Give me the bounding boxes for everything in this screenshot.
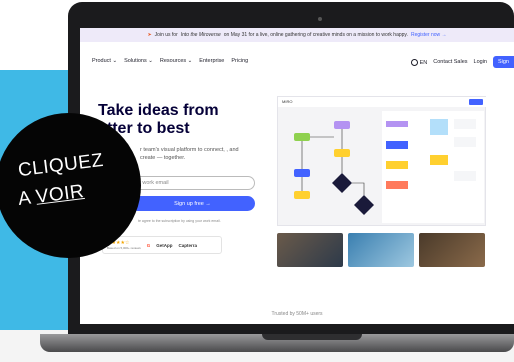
decision-diamond-2: [354, 195, 374, 215]
share-button: [469, 99, 483, 105]
language-label: EN: [419, 59, 428, 66]
flow-node-4: [294, 169, 310, 177]
kanban-card: [454, 119, 476, 129]
login-link[interactable]: Login: [474, 59, 487, 65]
announcement-text: on May 31 for a live, online gathering o…: [223, 32, 408, 38]
rating-caption: Based on 5,000+ reviews: [107, 246, 141, 250]
register-link[interactable]: Register now →: [411, 32, 447, 38]
badge-line1: CLIQUEZ: [16, 149, 105, 182]
hero-subtitle: r team's visual platform to connect, , a…: [140, 147, 239, 161]
photo-thumbnail: [419, 233, 485, 267]
kanban-card: [454, 171, 476, 181]
click-to-view-badge[interactable]: CLIQUEZ A VOIR: [0, 113, 141, 258]
ratings-box: ★★★★☆ Based on 5,000+ reviews G GetApp C…: [102, 236, 222, 254]
kanban-card: [454, 137, 476, 147]
flow-node-1: [294, 133, 310, 141]
kanban-board: [382, 111, 484, 223]
nav-right: EN Contact Sales Login Sign: [411, 56, 514, 68]
trusted-by-text: Trusted by 50M+ users: [271, 311, 323, 317]
signup-free-button[interactable]: Sign up free →: [130, 196, 255, 211]
getapp-logo: GetApp: [156, 242, 173, 248]
photo-thumbnail: [348, 233, 414, 267]
announcement-prefix: Join us for: [154, 32, 178, 38]
g2-logo: G: [146, 242, 151, 248]
globe-icon: [411, 58, 419, 66]
nav-item-solutions[interactable]: Solutions ⌄: [124, 58, 153, 64]
laptop-notch: [262, 334, 362, 340]
consent-text: te agree to the subscription by using yo…: [138, 219, 221, 223]
nav-item-resources[interactable]: Resources ⌄: [160, 58, 192, 64]
kanban-card: [430, 119, 448, 135]
flow-node-5: [294, 191, 310, 199]
top-nav: Product ⌄ Solutions ⌄ Resources ⌄ Enterp…: [80, 56, 514, 70]
flow-node-3: [334, 149, 350, 157]
laptop-screen: ➤ Join us for Into the Miroverse on May …: [80, 28, 514, 324]
hero-title: Take ideas from etter to best: [98, 102, 258, 138]
board-preview: MIRO: [277, 96, 487, 226]
language-selector[interactable]: EN: [411, 58, 428, 66]
flowchart: [294, 121, 374, 215]
capterra-logo: Capterra: [178, 242, 198, 248]
kanban-card: [386, 121, 408, 127]
hero-title-line1: Take ideas from: [98, 102, 219, 119]
board-toolbar: MIRO: [278, 97, 487, 107]
badge-link[interactable]: VOIR: [35, 181, 86, 208]
kanban-card: [386, 181, 408, 189]
camera-icon: [318, 17, 322, 21]
thumbnail-row: [277, 233, 486, 267]
kanban-card: [430, 155, 448, 165]
hero-title-line2: etter to best: [98, 120, 190, 137]
nav-item-product[interactable]: Product ⌄: [92, 58, 117, 64]
kanban-card: [386, 161, 408, 169]
decision-diamond: [332, 173, 352, 193]
announcement-event: Into the Miroverse: [180, 32, 221, 38]
flow-node-2: [334, 121, 350, 129]
photo-thumbnail: [277, 233, 343, 267]
badge-line2: A VOIR: [17, 181, 86, 211]
board-name: MIRO: [282, 99, 293, 104]
contact-sales-link[interactable]: Contact Sales: [433, 59, 467, 65]
email-input[interactable]: r work email: [130, 176, 255, 190]
nav-links: Product ⌄ Solutions ⌄ Resources ⌄ Enterp…: [92, 58, 248, 64]
nav-item-pricing[interactable]: Pricing: [231, 58, 248, 64]
flow-connector: [301, 129, 365, 195]
nav-signup-button[interactable]: Sign: [492, 56, 514, 68]
announcement-bar: ➤ Join us for Into the Miroverse on May …: [80, 28, 514, 42]
kanban-card: [386, 141, 408, 149]
nav-item-enterprise[interactable]: Enterprise: [199, 58, 224, 64]
rocket-icon: ➤: [147, 32, 152, 38]
